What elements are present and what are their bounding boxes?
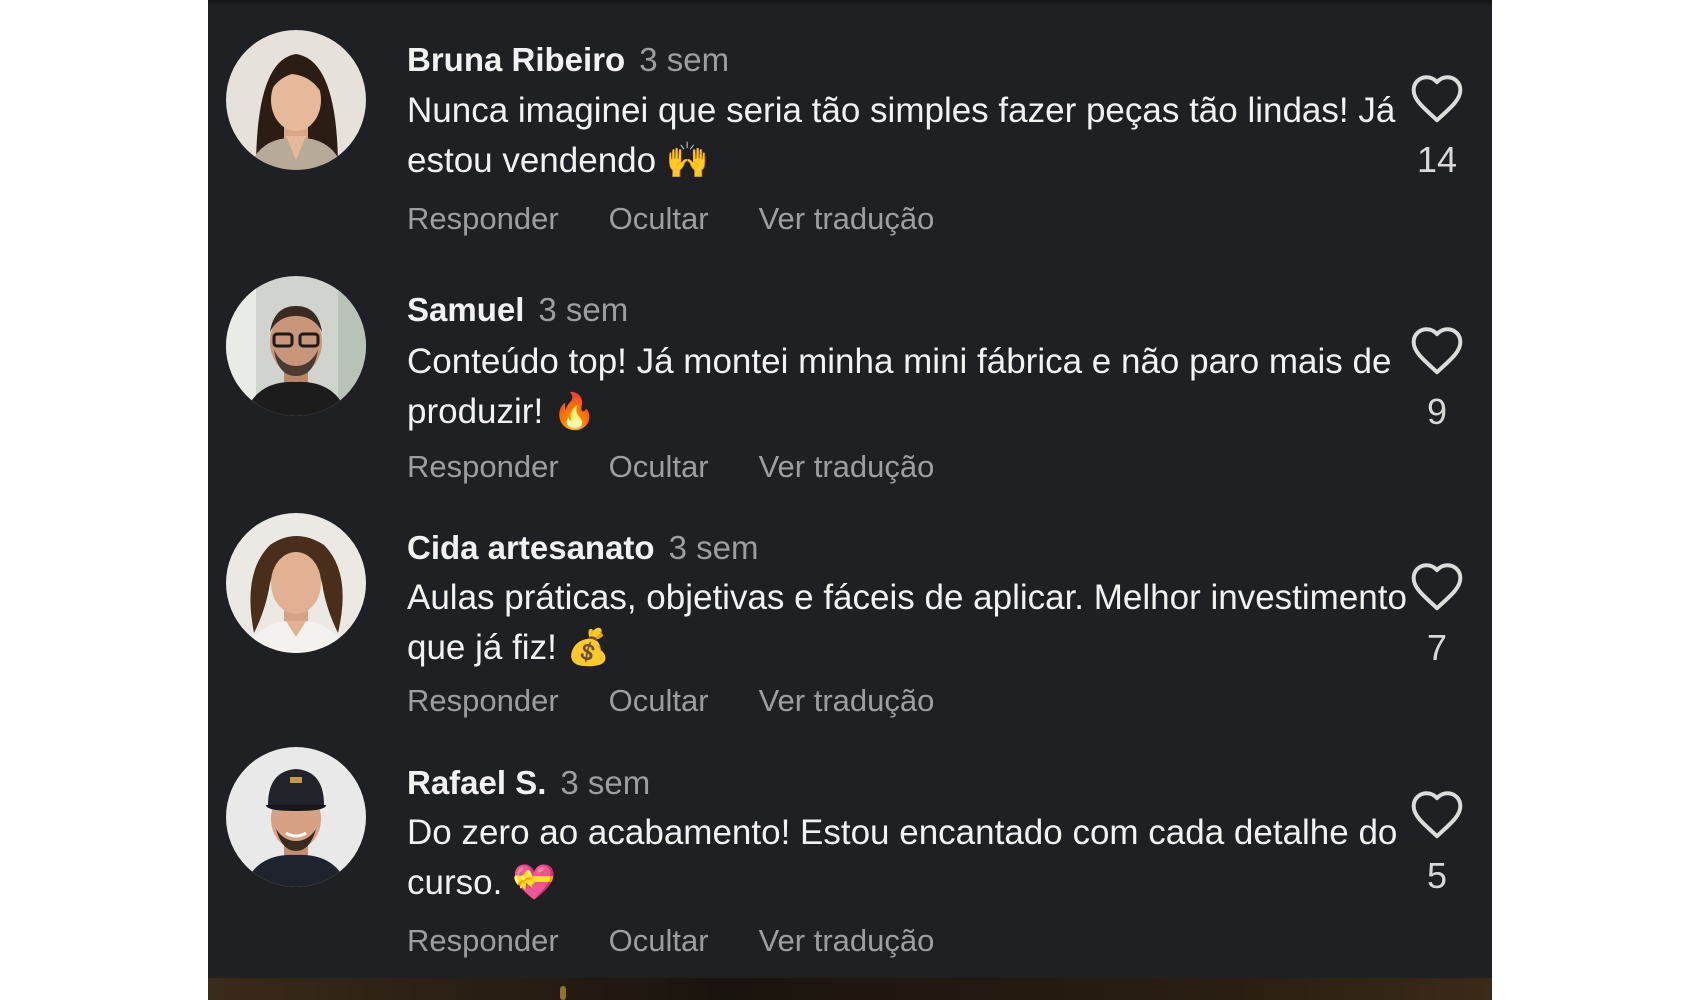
- comment-header: Samuel 3 sem: [407, 290, 628, 330]
- avatar[interactable]: [226, 30, 366, 170]
- heart-outline-icon[interactable]: [1409, 324, 1465, 376]
- top-divider: [208, 0, 1492, 6]
- translate-button[interactable]: Ver tradução: [759, 449, 935, 484]
- comment-text: Aulas práticas, objetivas e fáceis de ap…: [407, 578, 1407, 667]
- comment-header: Cida artesanato 3 sem: [407, 528, 758, 568]
- translate-button[interactable]: Ver tradução: [759, 923, 935, 958]
- avatar[interactable]: [226, 747, 366, 887]
- like-count: 5: [1426, 855, 1448, 896]
- avatar[interactable]: [226, 276, 366, 416]
- comment-author[interactable]: Rafael S.: [407, 764, 546, 801]
- reply-button[interactable]: Responder: [407, 449, 559, 484]
- comment-header: Bruna Ribeiro 3 sem: [407, 40, 729, 80]
- comment-header: Rafael S. 3 sem: [407, 763, 650, 803]
- reply-button[interactable]: Responder: [407, 201, 559, 236]
- hide-button[interactable]: Ocultar: [609, 201, 709, 236]
- like-control: 7: [1394, 560, 1480, 670]
- like-control: 5: [1394, 788, 1480, 898]
- comment-time: 3 sem: [639, 41, 730, 78]
- heart-outline-icon[interactable]: [1409, 72, 1465, 124]
- comment-time: 3 sem: [538, 291, 629, 328]
- hide-button[interactable]: Ocultar: [609, 449, 709, 484]
- image-glint: [560, 986, 566, 1000]
- comment-time: 3 sem: [668, 529, 759, 566]
- reply-button[interactable]: Responder: [407, 683, 559, 718]
- bottom-image-strip: [208, 978, 1492, 1000]
- comment-actions: Responder Ocultar Ver tradução: [407, 200, 984, 238]
- hide-button[interactable]: Ocultar: [609, 923, 709, 958]
- heart-outline-icon[interactable]: [1409, 560, 1465, 612]
- heart-outline-icon[interactable]: [1409, 788, 1465, 840]
- comment-actions: Responder Ocultar Ver tradução: [407, 682, 984, 720]
- like-count: 7: [1426, 627, 1448, 668]
- comment-author[interactable]: Cida artesanato: [407, 529, 655, 566]
- like-control: 14: [1394, 72, 1480, 182]
- comment-text: Nunca imaginei que seria tão simples faz…: [407, 91, 1396, 180]
- hide-button[interactable]: Ocultar: [609, 683, 709, 718]
- comment-time: 3 sem: [560, 764, 651, 801]
- comment-actions: Responder Ocultar Ver tradução: [407, 448, 984, 486]
- like-count: 9: [1426, 391, 1448, 432]
- comment-author[interactable]: Samuel: [407, 291, 524, 328]
- comment-actions: Responder Ocultar Ver tradução: [407, 922, 984, 960]
- translate-button[interactable]: Ver tradução: [759, 683, 935, 718]
- translate-button[interactable]: Ver tradução: [759, 201, 935, 236]
- avatar[interactable]: [226, 513, 366, 653]
- like-control: 9: [1394, 324, 1480, 434]
- comment-author[interactable]: Bruna Ribeiro: [407, 41, 625, 78]
- comment-text: Do zero ao acabamento! Estou encantado c…: [407, 813, 1398, 902]
- comments-panel: Bruna Ribeiro 3 sem Nunca imaginei que se…: [208, 0, 1492, 1000]
- comment-text: Conteúdo top! Já montei minha mini fábri…: [407, 342, 1392, 431]
- like-count: 14: [1416, 139, 1458, 180]
- reply-button[interactable]: Responder: [407, 923, 559, 958]
